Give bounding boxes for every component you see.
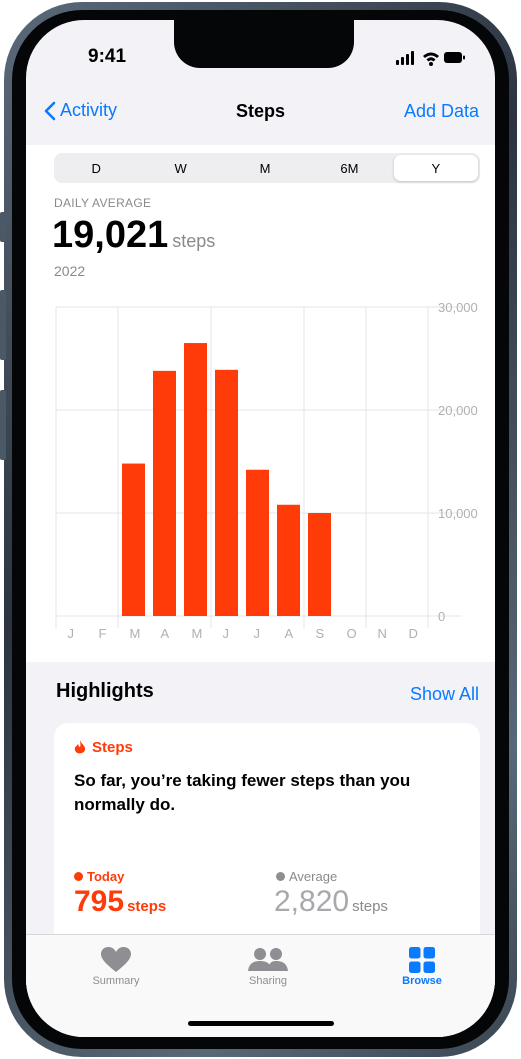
grid-icon: [409, 947, 435, 973]
volume-down-button: [0, 390, 6, 460]
x-tick-label: D: [409, 626, 418, 641]
wifi-icon: [423, 52, 439, 66]
side-button: [0, 212, 6, 242]
steps-bar-chart[interactable]: 30,000 20,000 10,000 0 J F M A M J J A S O N D: [26, 285, 495, 645]
heart-icon: [101, 947, 131, 972]
today-dot-icon: [74, 872, 83, 881]
tab-browse-label: Browse: [402, 975, 442, 987]
x-tick-label: J: [223, 626, 230, 641]
today-number: 795: [74, 885, 125, 918]
daily-average-unit: steps: [172, 231, 216, 251]
bar-5: [215, 369, 238, 616]
y-tick-label: 30,000: [438, 300, 478, 315]
average-dot-icon: [276, 872, 285, 881]
signal-icon: [396, 51, 414, 65]
status-icons: [396, 51, 465, 66]
tab-sharing[interactable]: Sharing: [218, 945, 318, 987]
average-label-text: Average: [289, 869, 338, 884]
segment-month[interactable]: M: [223, 153, 307, 183]
x-tick-label: J: [68, 626, 75, 641]
volume-up-button: [0, 290, 6, 360]
bar-2: [122, 463, 145, 616]
card-message: So far, you’re taking fewer steps than y…: [74, 771, 411, 814]
x-tick-label: M: [192, 626, 203, 641]
y-tick-label: 10,000: [438, 506, 478, 521]
bar-3: [153, 370, 176, 616]
screen: 9:41 Activity Steps Add Data D W M 6M Y …: [26, 20, 495, 1037]
status-time: 9:41: [88, 46, 127, 67]
x-tick-label: A: [285, 626, 294, 641]
average-label: Average: [276, 869, 337, 884]
card-category: Steps: [92, 739, 133, 756]
tab-summary[interactable]: Summary: [66, 945, 166, 987]
highlights-title: Highlights: [56, 680, 154, 702]
tab-summary-label: Summary: [92, 975, 140, 987]
segment-six-months[interactable]: 6M: [307, 153, 391, 183]
today-label-text: Today: [87, 869, 125, 884]
daily-average-number: 19,021: [52, 214, 169, 256]
bar-6: [246, 469, 269, 616]
average-number: 2,820: [274, 885, 350, 918]
x-tick-label: A: [161, 626, 170, 641]
add-data-button[interactable]: Add Data: [404, 101, 479, 122]
card-header: Steps: [74, 739, 133, 756]
today-label: Today: [74, 869, 124, 884]
daily-average-value: 19,021 steps: [52, 214, 215, 257]
flame-icon: [74, 740, 86, 754]
bar-7: [277, 504, 300, 616]
x-tick-label: N: [378, 626, 387, 641]
x-tick-label: J: [254, 626, 261, 641]
x-tick-label: M: [130, 626, 141, 641]
show-all-link[interactable]: Show All: [410, 684, 479, 705]
today-unit: steps: [127, 898, 167, 915]
y-tick-label: 20,000: [438, 403, 478, 418]
tab-sharing-label: Sharing: [249, 975, 287, 987]
battery-icon: [444, 52, 465, 63]
bar-8: [308, 513, 331, 616]
period-label: 2022: [54, 263, 86, 279]
y-tick-label: 0: [438, 609, 445, 624]
tab-browse[interactable]: Browse: [372, 945, 472, 987]
notch: [174, 20, 354, 68]
segment-day[interactable]: D: [54, 153, 138, 183]
average-unit: steps: [352, 898, 388, 915]
tab-bar: Summary Sharing Browse: [26, 934, 495, 1037]
x-tick-label: F: [99, 626, 107, 641]
x-tick-label: O: [347, 626, 357, 641]
segment-year[interactable]: Y: [393, 155, 479, 181]
average-value: 2,820 steps: [274, 885, 388, 919]
x-tick-label: S: [316, 626, 325, 641]
today-value: 795 steps: [74, 885, 166, 919]
period-segmented-control: D W M 6M Y: [54, 153, 480, 183]
daily-average-label: DAILY AVERAGE: [54, 196, 152, 210]
home-indicator: [188, 1021, 334, 1026]
segment-week[interactable]: W: [138, 153, 222, 183]
bar-4: [184, 343, 207, 616]
people-icon: [248, 948, 288, 971]
